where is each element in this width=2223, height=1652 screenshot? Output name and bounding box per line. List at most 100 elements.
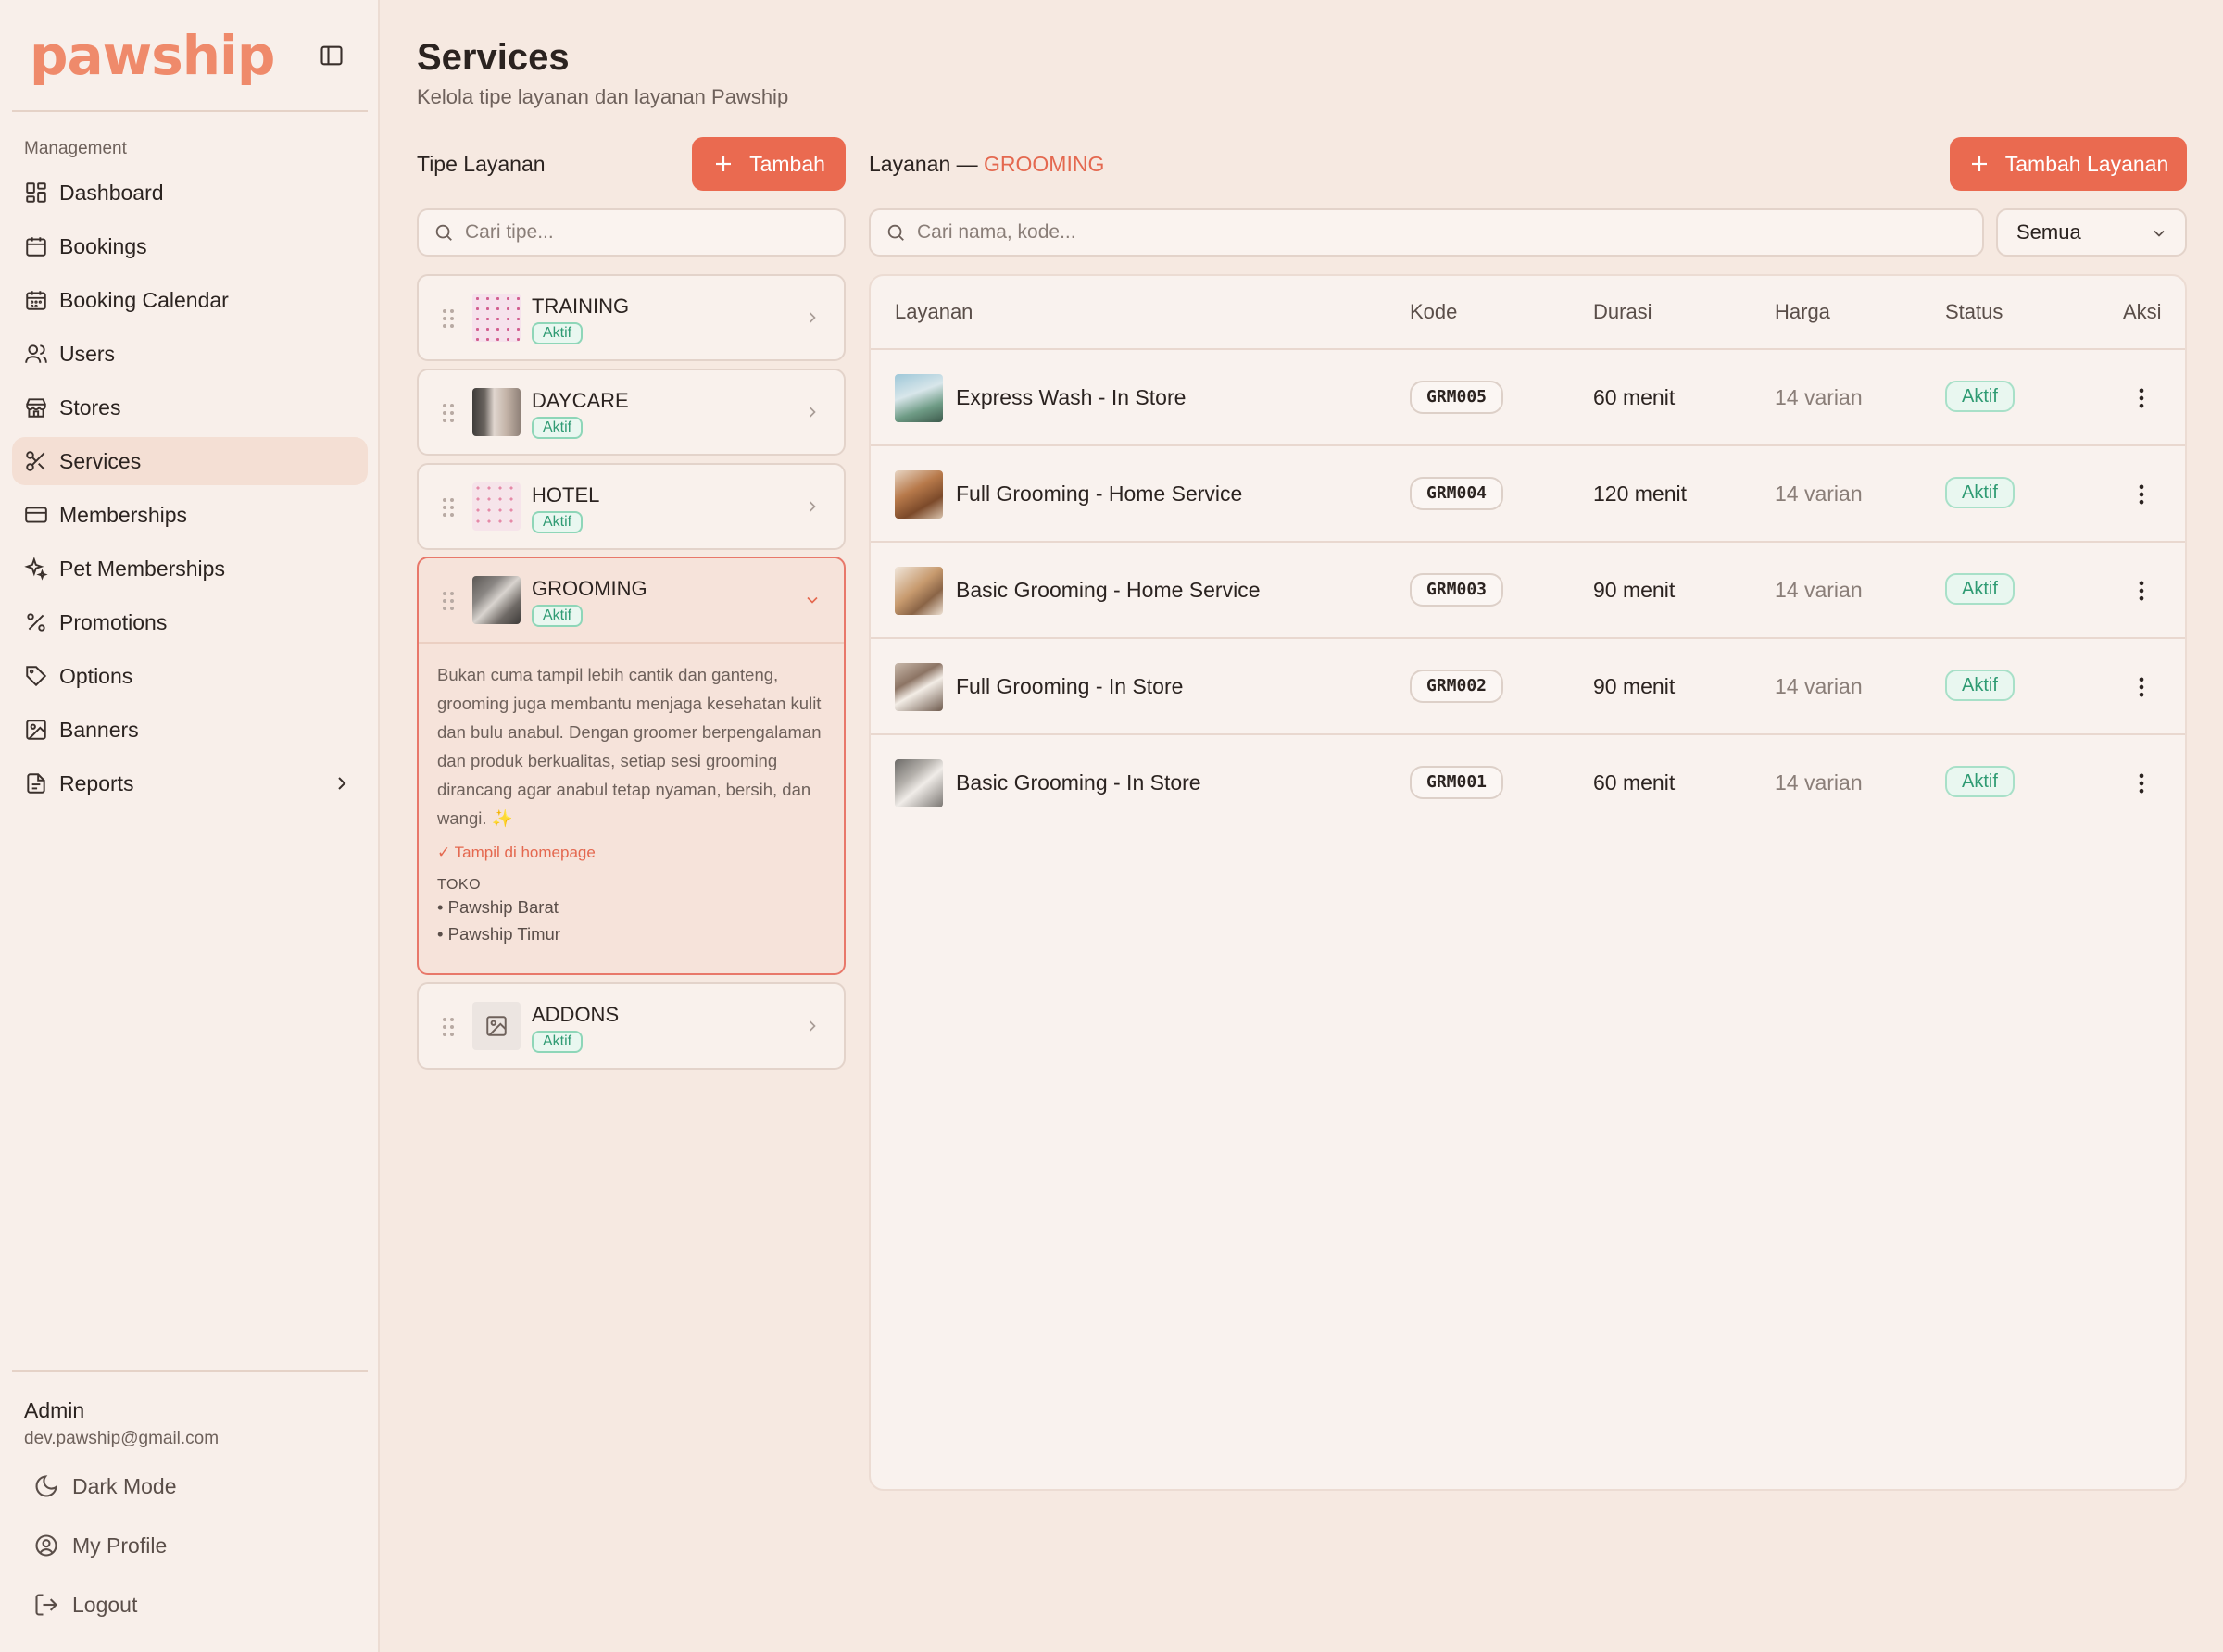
service-code: GRM004 [1410, 477, 1504, 510]
sidebar-item-options[interactable]: Options [12, 652, 368, 700]
dark-mode-button[interactable]: Dark Mode [33, 1463, 348, 1509]
type-thumbnail [472, 388, 521, 436]
type-description: Bukan cuma tampil lebih cantik dan gante… [437, 665, 822, 828]
type-name: TRAINING [532, 294, 630, 318]
column-header-status: Status [1945, 300, 2003, 323]
more-vertical-icon[interactable] [2129, 482, 2154, 507]
chevron-down-icon[interactable] [803, 591, 822, 609]
table-row[interactable]: Basic Grooming - Home Service GRM003 90 … [871, 541, 2185, 637]
status-badge: Aktif [532, 417, 584, 439]
store-icon [26, 398, 46, 418]
more-vertical-icon[interactable] [2129, 385, 2154, 411]
users-icon [25, 344, 47, 363]
service-duration: 60 menit [1593, 385, 1676, 409]
sidebar-item-label: Memberships [59, 502, 188, 527]
sidebar-item-bookings[interactable]: Bookings [12, 222, 368, 270]
sidebar-item-dashboard[interactable]: Dashboard [12, 169, 368, 217]
add-type-button[interactable]: Tambah [692, 137, 846, 191]
type-card-training[interactable]: TRAINING Aktif [417, 274, 846, 361]
user-email: dev.pawship@gmail.com [24, 1429, 220, 1448]
chevron-right-icon[interactable] [803, 308, 822, 327]
percent-icon [27, 613, 45, 632]
chevron-right-icon [338, 777, 346, 790]
type-search-input[interactable] [465, 221, 814, 244]
drag-handle-icon[interactable] [442, 1017, 455, 1037]
sidebar-item-reports[interactable]: Reports [12, 759, 368, 807]
chevron-right-icon[interactable] [803, 403, 822, 421]
more-vertical-icon[interactable] [2129, 578, 2154, 604]
table-row[interactable]: Full Grooming - In Store GRM002 90 menit… [871, 637, 2185, 733]
moon-icon [35, 1475, 57, 1497]
service-name: Full Grooming - Home Service [956, 482, 1243, 506]
more-vertical-icon[interactable] [2129, 770, 2154, 796]
table-row[interactable]: Express Wash - In Store GRM005 60 menit … [871, 348, 2185, 444]
plus-icon [1971, 156, 1987, 171]
sidebar-item-label: Pet Memberships [59, 556, 225, 581]
more-vertical-icon[interactable] [2129, 674, 2154, 700]
logout-icon [35, 1594, 57, 1616]
sidebar-toggle-button[interactable] [313, 37, 350, 74]
page-title: Services [417, 37, 570, 78]
column-header-name: Layanan [895, 300, 973, 323]
search-icon [435, 224, 452, 241]
sidebar-item-services[interactable]: Services [12, 437, 368, 485]
service-name: Express Wash - In Store [956, 385, 1187, 409]
image-placeholder-icon [472, 1002, 521, 1050]
table-row[interactable]: Full Grooming - Home Service GRM004 120 … [871, 444, 2185, 541]
sidebar: pawship Management Dashboard Bookings Bo… [0, 0, 380, 1652]
sidebar-item-banners[interactable]: Banners [12, 706, 368, 754]
type-name: HOTEL [532, 483, 600, 507]
service-duration: 120 menit [1593, 482, 1688, 506]
my-profile-button[interactable]: My Profile [33, 1522, 348, 1569]
sidebar-item-stores[interactable]: Stores [12, 383, 368, 432]
sidebar-item-label: Booking Calendar [59, 287, 229, 312]
status-badge: Aktif [532, 322, 584, 344]
sidebar-item-booking-calendar[interactable]: Booking Calendar [12, 276, 368, 324]
search-icon [887, 224, 904, 241]
pawship-logo[interactable]: pawship [30, 24, 275, 87]
logo-row: pawship [30, 22, 350, 89]
type-thumbnail [472, 482, 521, 531]
credit-card-icon [25, 507, 47, 523]
status-filter-select[interactable]: Semua [1996, 208, 2187, 257]
dashboard-icon [26, 182, 46, 203]
sidebar-item-pet-memberships[interactable]: Pet Memberships [12, 544, 368, 593]
service-duration: 90 menit [1593, 674, 1676, 698]
status-badge: Aktif [1945, 381, 2015, 412]
dark-mode-label: Dark Mode [72, 1473, 177, 1498]
drag-handle-icon[interactable] [442, 497, 455, 518]
drag-handle-icon[interactable] [442, 591, 455, 611]
scissors-icon [26, 451, 45, 471]
logout-button[interactable]: Logout [33, 1582, 348, 1628]
sidebar-item-label: Bookings [59, 233, 147, 258]
sidebar-item-memberships[interactable]: Memberships [12, 491, 368, 539]
sidebar-item-label: Options [59, 663, 133, 688]
chevron-right-icon[interactable] [803, 497, 822, 516]
add-service-button[interactable]: Tambah Layanan [1950, 137, 2187, 191]
service-duration: 60 menit [1593, 770, 1676, 795]
services-title: Layanan — GROOMING [869, 152, 1104, 177]
service-thumbnail [895, 567, 943, 615]
type-detail: Bukan cuma tampil lebih cantik dan gante… [419, 642, 844, 960]
chevron-right-icon[interactable] [803, 1017, 822, 1035]
type-card-daycare[interactable]: DAYCARE Aktif [417, 369, 846, 456]
status-badge: Aktif [1945, 766, 2015, 797]
add-type-label: Tambah [749, 151, 825, 176]
type-card-hotel[interactable]: HOTEL Aktif [417, 463, 846, 550]
my-profile-label: My Profile [72, 1533, 168, 1558]
logout-label: Logout [72, 1592, 138, 1617]
type-card-grooming[interactable]: GROOMING Aktif Bukan cuma tampil lebih c… [417, 557, 846, 975]
service-search-input[interactable] [917, 221, 1850, 244]
drag-handle-icon[interactable] [442, 308, 455, 329]
service-thumbnail [895, 470, 943, 519]
type-card-addons[interactable]: ADDONS Aktif [417, 982, 846, 1070]
table-row[interactable]: Basic Grooming - In Store GRM001 60 meni… [871, 733, 2185, 830]
drag-handle-icon[interactable] [442, 403, 455, 423]
plus-icon [716, 156, 732, 171]
sidebar-item-promotions[interactable]: Promotions [12, 598, 368, 646]
service-price: 14 varian [1775, 578, 1863, 602]
service-code: GRM002 [1410, 670, 1504, 703]
status-badge: Aktif [532, 1031, 584, 1053]
service-price: 14 varian [1775, 674, 1863, 698]
sidebar-item-users[interactable]: Users [12, 330, 368, 378]
